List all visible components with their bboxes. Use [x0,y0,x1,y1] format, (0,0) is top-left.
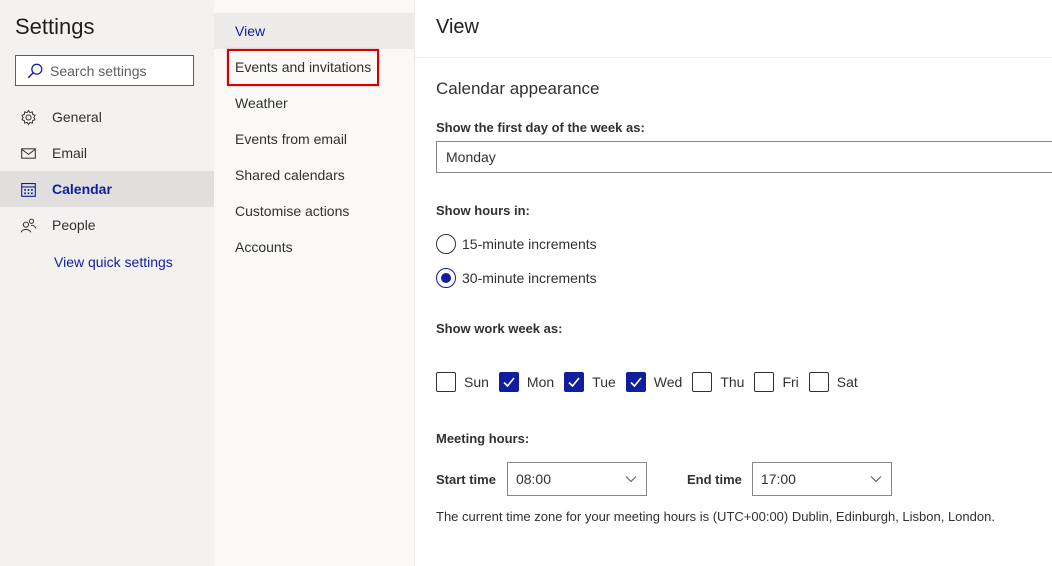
hours-label: Show hours in: [436,203,530,218]
day-checkbox-sun[interactable]: Sun [436,372,489,392]
subnav-item-shared-calendars[interactable]: Shared calendars [214,157,414,193]
checkmark-icon [503,377,515,388]
nav-item-label: Calendar [52,181,112,197]
nav-item-people[interactable]: People [0,207,214,243]
radio-15-minute[interactable]: 15-minute increments [436,234,597,254]
calendar-icon [19,180,37,198]
day-checkbox-wed[interactable]: Wed [625,372,683,392]
radio-30-minute[interactable]: 30-minute increments [436,268,597,288]
section-title: Calendar appearance [436,79,600,98]
subnav-item-events-and-invitations[interactable]: Events and invitations [214,49,414,85]
end-time-value: 17:00 [760,471,796,487]
first-day-label: Show the first day of the week as: [436,120,645,135]
day-label: Thu [720,374,745,390]
subnav-item-customise-actions[interactable]: Customise actions [214,193,414,229]
day-label: Wed [653,374,683,390]
subnav-item-events-from-email[interactable]: Events from email [214,121,414,157]
checkbox[interactable] [692,372,713,392]
checkmark-icon [630,377,642,388]
end-time-select[interactable]: 17:00 [751,462,892,496]
search-input[interactable] [50,62,190,79]
nav-item-calendar[interactable]: Calendar [0,171,214,207]
day-checkbox-tue[interactable]: Tue [564,372,616,392]
people-icon [19,216,37,234]
checkbox-checked[interactable] [625,372,646,392]
start-time-select[interactable]: 08:00 [506,462,647,496]
day-label: Mon [526,374,555,390]
meeting-hours-row: Start time 08:00 End time 17:00 [436,462,892,496]
checkmark-icon [568,377,580,388]
gear-icon [19,108,37,126]
first-day-value: Monday [446,149,496,165]
start-time-label: Start time [436,471,496,487]
meeting-hours-label: Meeting hours: [436,431,530,446]
search-icon [27,63,43,78]
subnav-item-accounts[interactable]: Accounts [214,229,414,265]
work-week-label: Show work week as: [436,321,563,336]
day-label: Sat [836,374,858,390]
day-label: Sun [464,374,489,390]
view-settings-panel: View Calendar appearance Show the first … [414,0,1052,566]
envelope-icon [19,144,37,162]
end-time-label: End time [686,471,742,487]
settings-nav: Settings General Email Calendar People V… [0,0,214,566]
day-checkbox-sat[interactable]: Sat [808,372,858,392]
checkbox[interactable] [754,372,775,392]
checkbox-checked[interactable] [498,372,519,392]
radio-circle-selected[interactable] [436,268,456,288]
day-checkbox-mon[interactable]: Mon [498,372,555,392]
page-title: View [436,16,479,38]
radio-label: 30-minute increments [462,270,597,286]
nav-item-label: People [52,217,96,233]
checkbox-checked[interactable] [564,372,585,392]
chevron-down-icon [870,476,882,483]
view-quick-settings-link[interactable]: View quick settings [54,254,173,270]
radio-circle[interactable] [436,234,456,254]
day-label: Tue [592,374,616,390]
checkbox[interactable] [436,372,456,392]
calendar-subnav: View Events and invitations Weather Even… [214,0,414,566]
radio-label: 15-minute increments [462,236,597,252]
day-label: Fri [782,374,799,390]
settings-title: Settings [15,14,95,39]
timezone-note: The current time zone for your meeting h… [436,509,995,524]
checkbox[interactable] [808,372,829,392]
day-checkbox-fri[interactable]: Fri [754,372,799,392]
nav-item-label: General [52,109,102,125]
search-box[interactable] [15,55,194,86]
subnav-item-weather[interactable]: Weather [214,85,414,121]
nav-item-label: Email [52,145,88,161]
start-time-value: 08:00 [515,471,552,487]
first-day-select[interactable]: Monday [436,141,1052,173]
nav-item-email[interactable]: Email [0,135,214,171]
title-divider [415,57,1052,58]
subnav-item-view[interactable]: View [214,13,414,49]
work-week-days: Sun Mon Tue Wed Thu Fri Sat [436,372,868,392]
day-checkbox-thu[interactable]: Thu [692,372,744,392]
chevron-down-icon [625,476,637,483]
nav-item-general[interactable]: General [0,99,214,135]
